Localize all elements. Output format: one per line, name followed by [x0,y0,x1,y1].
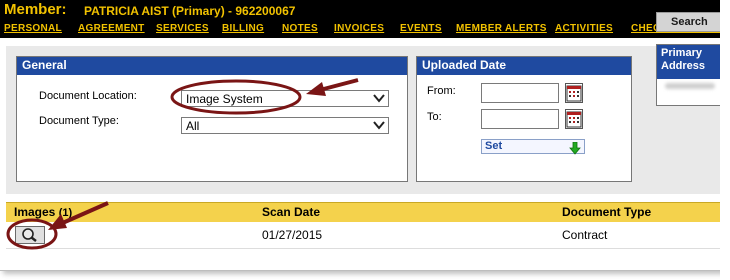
search-button[interactable]: Search [656,12,722,32]
to-calendar-button[interactable] [565,109,583,129]
document-location-select[interactable]: Image System [181,90,389,107]
chevron-down-icon [373,118,385,136]
document-type-select[interactable]: All [181,117,389,134]
nav-notes[interactable]: NOTES [282,23,318,34]
nav-personal[interactable]: PERSONAL [4,23,62,34]
table-row: 01/27/2015 Contract [6,222,722,249]
filter-area: General Document Location: Image System … [6,46,722,194]
redacted-address [665,83,715,89]
nav-activities[interactable]: ACTIVITIES [555,23,613,34]
document-location-label: Document Location: [39,90,137,102]
member-nav-bar: PERSONAL AGREEMENT SERVICES BILLING NOTE… [0,20,722,38]
general-panel-title: General [17,57,407,75]
nav-invoices[interactable]: INVOICES [334,23,384,34]
nav-events[interactable]: EVENTS [400,23,442,34]
calendar-icon [566,111,582,128]
document-location-value: Image System [186,92,263,106]
document-type-cell: Contract [562,228,608,242]
from-calendar-button[interactable] [565,83,583,103]
scan-date-cell: 01/27/2015 [262,228,323,242]
to-label: To: [427,111,442,123]
down-arrow-icon [569,140,581,159]
document-type-value: All [186,119,200,133]
scan-date-header: Scan Date [262,205,321,219]
calendar-icon [566,85,582,102]
from-label: From: [427,85,456,97]
torn-edge [720,0,730,280]
images-column-header: Images (1) [14,205,72,219]
images-table-header: Images (1) Scan Date Document Type [6,202,722,223]
to-date-input[interactable] [481,109,559,129]
primary-address-title-line2: Address [661,60,706,72]
nav-agreement[interactable]: AGREEMENT [78,23,145,34]
uploaded-date-title: Uploaded Date [417,57,631,75]
document-type-label: Document Type: [39,115,119,127]
uploaded-date-panel: Uploaded Date From: To: Set [416,56,632,182]
primary-address-panel: Primary Address [656,44,722,106]
images-count: (1) [58,207,73,219]
nav-member-alerts[interactable]: MEMBER ALERTS [456,23,547,34]
chevron-down-icon [373,91,385,109]
member-label: Member: [4,1,67,18]
images-title: Images [14,205,56,219]
set-label: Set [485,140,503,152]
primary-address-title-line1: Primary [661,47,702,59]
nav-services[interactable]: SERVICES [156,23,209,34]
document-type-header: Document Type [562,205,652,219]
member-name: PATRICIA AIST (Primary) - 962200067 [84,4,296,18]
from-date-input[interactable] [481,83,559,103]
general-panel: General Document Location: Image System … [16,56,408,182]
magnifier-icon [22,228,37,242]
nav-billing[interactable]: BILLING [222,23,264,34]
primary-address-title: Primary Address [657,45,722,79]
member-header-bar: Member: PATRICIA AIST (Primary) - 962200… [0,0,722,20]
set-button[interactable]: Set [481,139,585,155]
member-documents-window: Member: PATRICIA AIST (Primary) - 962200… [0,0,723,271]
view-image-button[interactable] [15,226,45,244]
